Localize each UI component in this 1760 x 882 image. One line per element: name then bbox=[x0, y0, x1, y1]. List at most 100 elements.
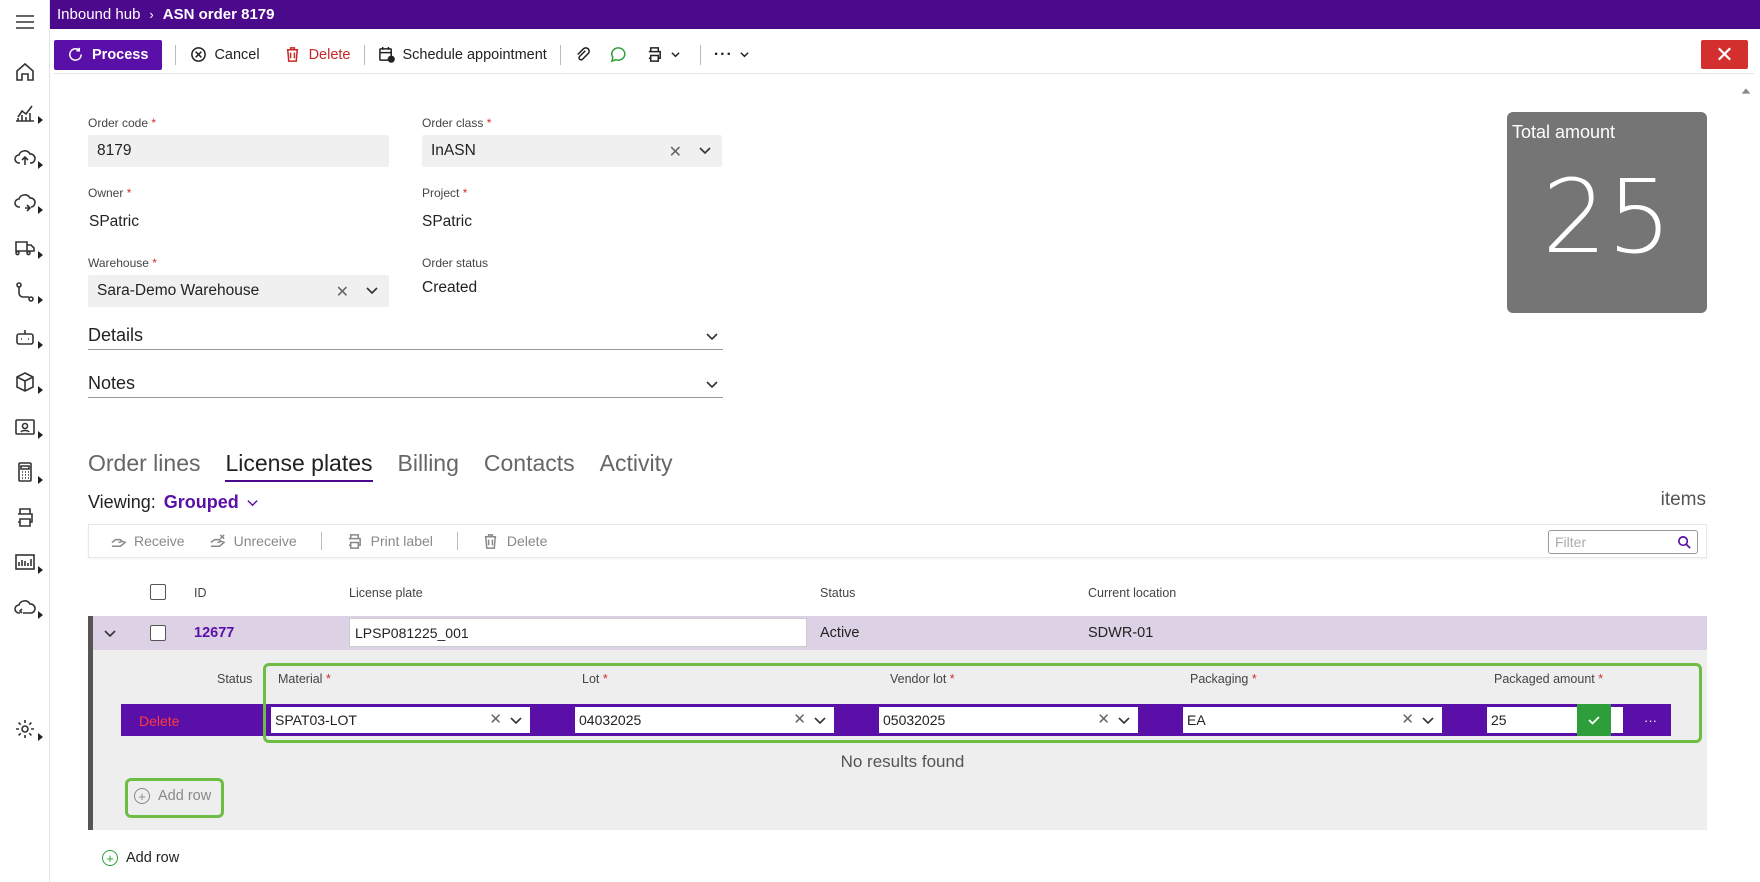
printer-icon[interactable] bbox=[12, 504, 38, 530]
vertical-scrollbar[interactable] bbox=[1740, 84, 1754, 882]
receive-label: Receive bbox=[134, 533, 185, 549]
delete-lp-button[interactable]: Delete bbox=[482, 532, 547, 550]
chat-bubble-icon bbox=[610, 46, 628, 64]
trash-icon bbox=[482, 532, 500, 550]
breadcrumb-parent[interactable]: Inbound hub bbox=[57, 6, 140, 23]
tab-billing[interactable]: Billing bbox=[398, 450, 459, 482]
outbound-icon[interactable] bbox=[12, 189, 38, 215]
warehouse-select[interactable]: Sara-Demo Warehouse ✕ bbox=[88, 275, 389, 307]
select-all-checkbox[interactable] bbox=[150, 584, 166, 600]
print-label-label: Print label bbox=[370, 533, 433, 549]
scroll-up-arrow-icon[interactable] bbox=[1740, 85, 1752, 97]
print-label-button[interactable]: Print label bbox=[346, 532, 433, 550]
printer-icon bbox=[346, 532, 364, 550]
settings-gear-icon[interactable] bbox=[12, 716, 38, 742]
calculator-icon[interactable] bbox=[12, 459, 38, 485]
total-amount-card: Total amount 25 bbox=[1507, 112, 1707, 313]
warehouse-value: Sara-Demo Warehouse bbox=[97, 282, 260, 299]
current-location-column-header[interactable]: Current location bbox=[1088, 586, 1176, 600]
viewing-value: Grouped bbox=[163, 492, 239, 512]
clear-icon[interactable]: ✕ bbox=[336, 282, 349, 302]
tab-bar: Order lines License plates Billing Conta… bbox=[88, 450, 673, 482]
row-id-link[interactable]: 12677 bbox=[194, 625, 234, 641]
project-label: Project * bbox=[422, 186, 468, 200]
no-results-message: No results found bbox=[840, 752, 965, 771]
process-label: Process bbox=[92, 46, 149, 63]
project-value: SPatric bbox=[422, 213, 472, 230]
home-icon[interactable] bbox=[12, 59, 38, 85]
truck-icon[interactable] bbox=[12, 234, 38, 260]
comment-button[interactable] bbox=[610, 46, 628, 64]
hamburger-menu-icon[interactable] bbox=[12, 9, 38, 35]
order-class-select[interactable]: InASN ✕ bbox=[422, 135, 722, 167]
chevron-down-icon bbox=[671, 46, 681, 64]
notes-section-toggle[interactable]: Notes bbox=[88, 370, 723, 398]
row-status: Active bbox=[820, 625, 860, 641]
receive-icon bbox=[109, 532, 127, 550]
ellipsis-icon: ··· bbox=[713, 45, 733, 63]
schedule-appointment-button[interactable]: Schedule appointment bbox=[378, 46, 547, 64]
delete-lp-label: Delete bbox=[506, 533, 548, 549]
add-row-button[interactable]: + Add row bbox=[102, 850, 179, 866]
license-plate-column-header[interactable]: License plate bbox=[349, 586, 423, 600]
highlight-add-row bbox=[125, 778, 224, 818]
clear-icon[interactable]: ✕ bbox=[669, 142, 682, 162]
tab-activity[interactable]: Activity bbox=[600, 450, 673, 482]
chevron-down-icon bbox=[740, 46, 750, 64]
robot-icon[interactable] bbox=[12, 324, 38, 350]
box-icon[interactable] bbox=[12, 369, 38, 395]
details-label: Details bbox=[88, 325, 144, 345]
add-row-label: Add row bbox=[126, 850, 180, 866]
cloud-sync-icon[interactable] bbox=[12, 594, 38, 620]
viewing-selector[interactable]: Viewing: Grouped bbox=[88, 492, 258, 513]
trash-icon bbox=[284, 46, 302, 64]
contact-card-icon[interactable] bbox=[12, 414, 38, 440]
unreceive-icon bbox=[209, 532, 227, 550]
order-class-label: Order class * bbox=[422, 116, 492, 130]
chevron-down-icon[interactable] bbox=[103, 626, 117, 640]
chevron-down-icon[interactable] bbox=[698, 143, 712, 157]
table-row: 12677 LPSP081225_001 Active SDWR-01 bbox=[88, 616, 1707, 650]
warehouse-label: Warehouse * bbox=[88, 256, 157, 270]
license-plate-input[interactable]: LPSP081225_001 bbox=[349, 618, 807, 647]
printer-icon bbox=[646, 46, 664, 64]
chevron-down-icon[interactable] bbox=[365, 283, 379, 297]
owner-value: SPatric bbox=[89, 213, 139, 230]
inbound-icon[interactable] bbox=[12, 144, 38, 170]
order-code-field[interactable]: 8179 bbox=[88, 135, 389, 167]
cancel-button[interactable]: Cancel bbox=[189, 46, 260, 64]
delete-button[interactable]: Delete bbox=[284, 46, 351, 64]
more-actions-button[interactable]: ··· bbox=[714, 46, 750, 64]
id-column-header[interactable]: ID bbox=[194, 586, 207, 600]
status-column-header[interactable]: Status bbox=[820, 586, 855, 600]
workflow-icon[interactable] bbox=[12, 279, 38, 305]
row-checkbox[interactable] bbox=[150, 625, 166, 641]
report-icon[interactable] bbox=[12, 549, 38, 575]
print-dropdown-button[interactable] bbox=[646, 46, 681, 64]
notes-label: Notes bbox=[88, 373, 136, 393]
receive-button[interactable]: Receive bbox=[109, 532, 185, 550]
close-button[interactable]: ✕ bbox=[1701, 40, 1748, 69]
tab-license-plates[interactable]: License plates bbox=[225, 450, 373, 482]
row-delete-button[interactable]: Delete bbox=[139, 713, 179, 729]
search-icon[interactable] bbox=[1677, 535, 1692, 550]
schedule-label: Schedule appointment bbox=[402, 46, 547, 63]
tab-contacts[interactable]: Contacts bbox=[484, 450, 575, 482]
plus-circle-icon: + bbox=[102, 850, 118, 866]
total-amount-value: 25 bbox=[1542, 158, 1672, 277]
items-count-label: items bbox=[1660, 489, 1706, 510]
order-status-label: Order status bbox=[422, 256, 489, 270]
paperclip-icon bbox=[574, 46, 592, 64]
analytics-icon[interactable] bbox=[12, 99, 38, 125]
process-button[interactable]: Process bbox=[54, 39, 163, 70]
attach-button[interactable] bbox=[574, 46, 592, 64]
tab-order-lines[interactable]: Order lines bbox=[88, 450, 200, 482]
details-section-toggle[interactable]: Details bbox=[88, 322, 723, 350]
unreceive-button[interactable]: Unreceive bbox=[209, 532, 297, 550]
chevron-down-icon bbox=[706, 381, 718, 389]
refresh-icon bbox=[66, 46, 84, 64]
cancel-label: Cancel bbox=[214, 46, 260, 63]
delete-label: Delete bbox=[308, 46, 351, 63]
owner-label: Owner * bbox=[88, 186, 132, 200]
filter-input[interactable]: Filter bbox=[1548, 530, 1698, 554]
